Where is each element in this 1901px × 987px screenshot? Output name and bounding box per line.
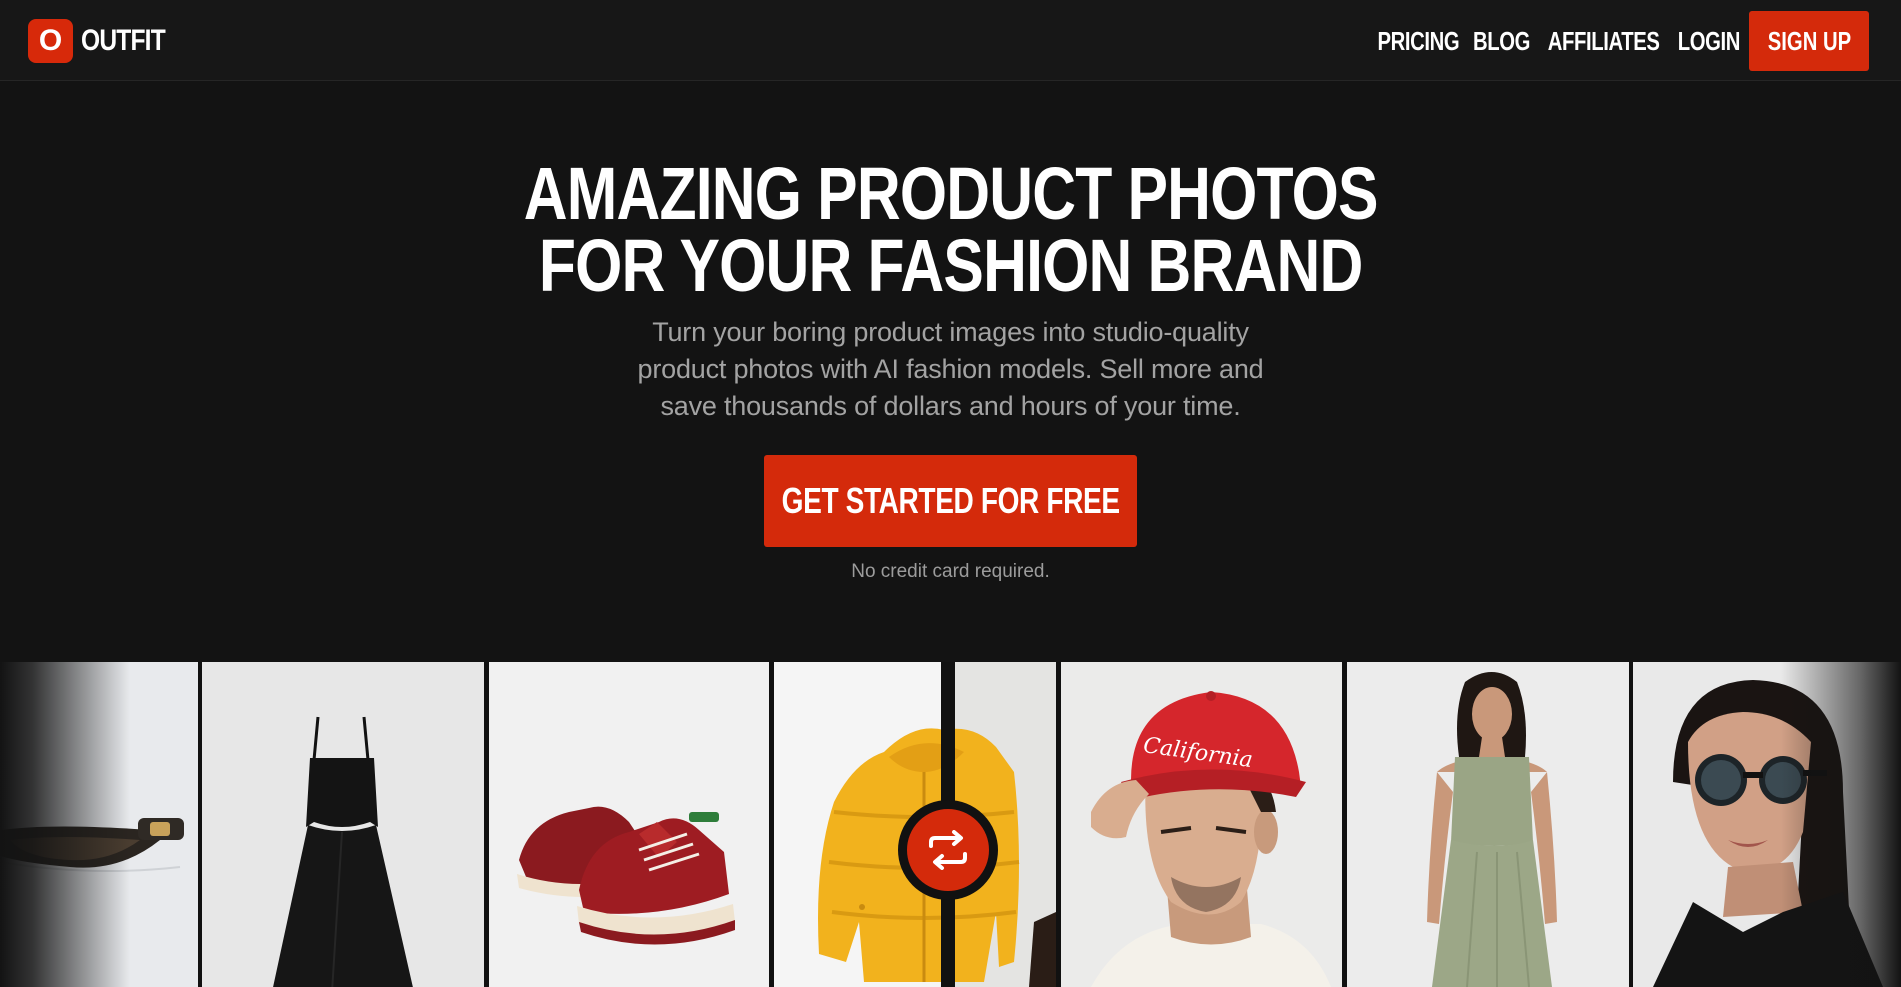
hero-title-line1: AMAZING PRODUCT PHOTOS [523, 152, 1379, 235]
navbar: O OUTFIT PRICING BLOG AFFILIATES LOGIN S… [0, 0, 1901, 81]
cta-note: No credit card required. [851, 561, 1050, 582]
gallery-tile-black-dress [202, 662, 484, 987]
signup-button-label: SIGN UP [1767, 25, 1851, 56]
gallery-tile-model-cap: California [1061, 662, 1342, 987]
logo-text: OUTFIT [81, 24, 166, 57]
signup-button[interactable]: SIGN UP [1749, 11, 1869, 71]
hero-section: AMAZING PRODUCT PHOTOS FOR YOUR FASHION … [0, 82, 1901, 583]
model-sunglasses-image [1633, 662, 1901, 987]
logo-mark: O [28, 19, 73, 63]
black-dress-image [202, 662, 484, 987]
hero-title-line2: FOR YOUR FASHION BRAND [538, 224, 1363, 307]
nav-affiliates-link[interactable]: AFFILIATES [1548, 26, 1660, 57]
hero-subtitle: Turn your boring product images into stu… [637, 317, 1264, 421]
model-cap-image: California [1061, 662, 1342, 987]
get-started-button-label: GET STARTED FOR FREE [781, 480, 1120, 521]
sunglasses-image [0, 662, 198, 987]
gallery-tile-red-sneakers [489, 662, 769, 987]
nav-login-link[interactable]: LOGIN [1678, 26, 1741, 57]
compare-swap-button[interactable] [898, 800, 998, 900]
swap-arrows-icon [929, 830, 967, 870]
hero-title: AMAZING PRODUCT PHOTOS FOR YOUR FASHION … [523, 152, 1379, 307]
gallery-tile-model-sunglasses [1633, 662, 1901, 987]
get-started-button[interactable]: GET STARTED FOR FREE [764, 455, 1137, 547]
logo-link[interactable]: O OUTFIT [28, 19, 183, 63]
nav-blog-link[interactable]: BLOG [1473, 26, 1530, 57]
model-green-dress-image [1347, 662, 1629, 987]
nav-links: PRICING BLOG AFFILIATES LOGIN SIGN UP [1372, 11, 1869, 71]
gallery-tile-model-green-dress [1347, 662, 1629, 987]
nav-pricing-link[interactable]: PRICING [1377, 26, 1459, 57]
red-sneakers-image [489, 662, 769, 987]
gallery-tile-sunglasses [0, 662, 198, 987]
